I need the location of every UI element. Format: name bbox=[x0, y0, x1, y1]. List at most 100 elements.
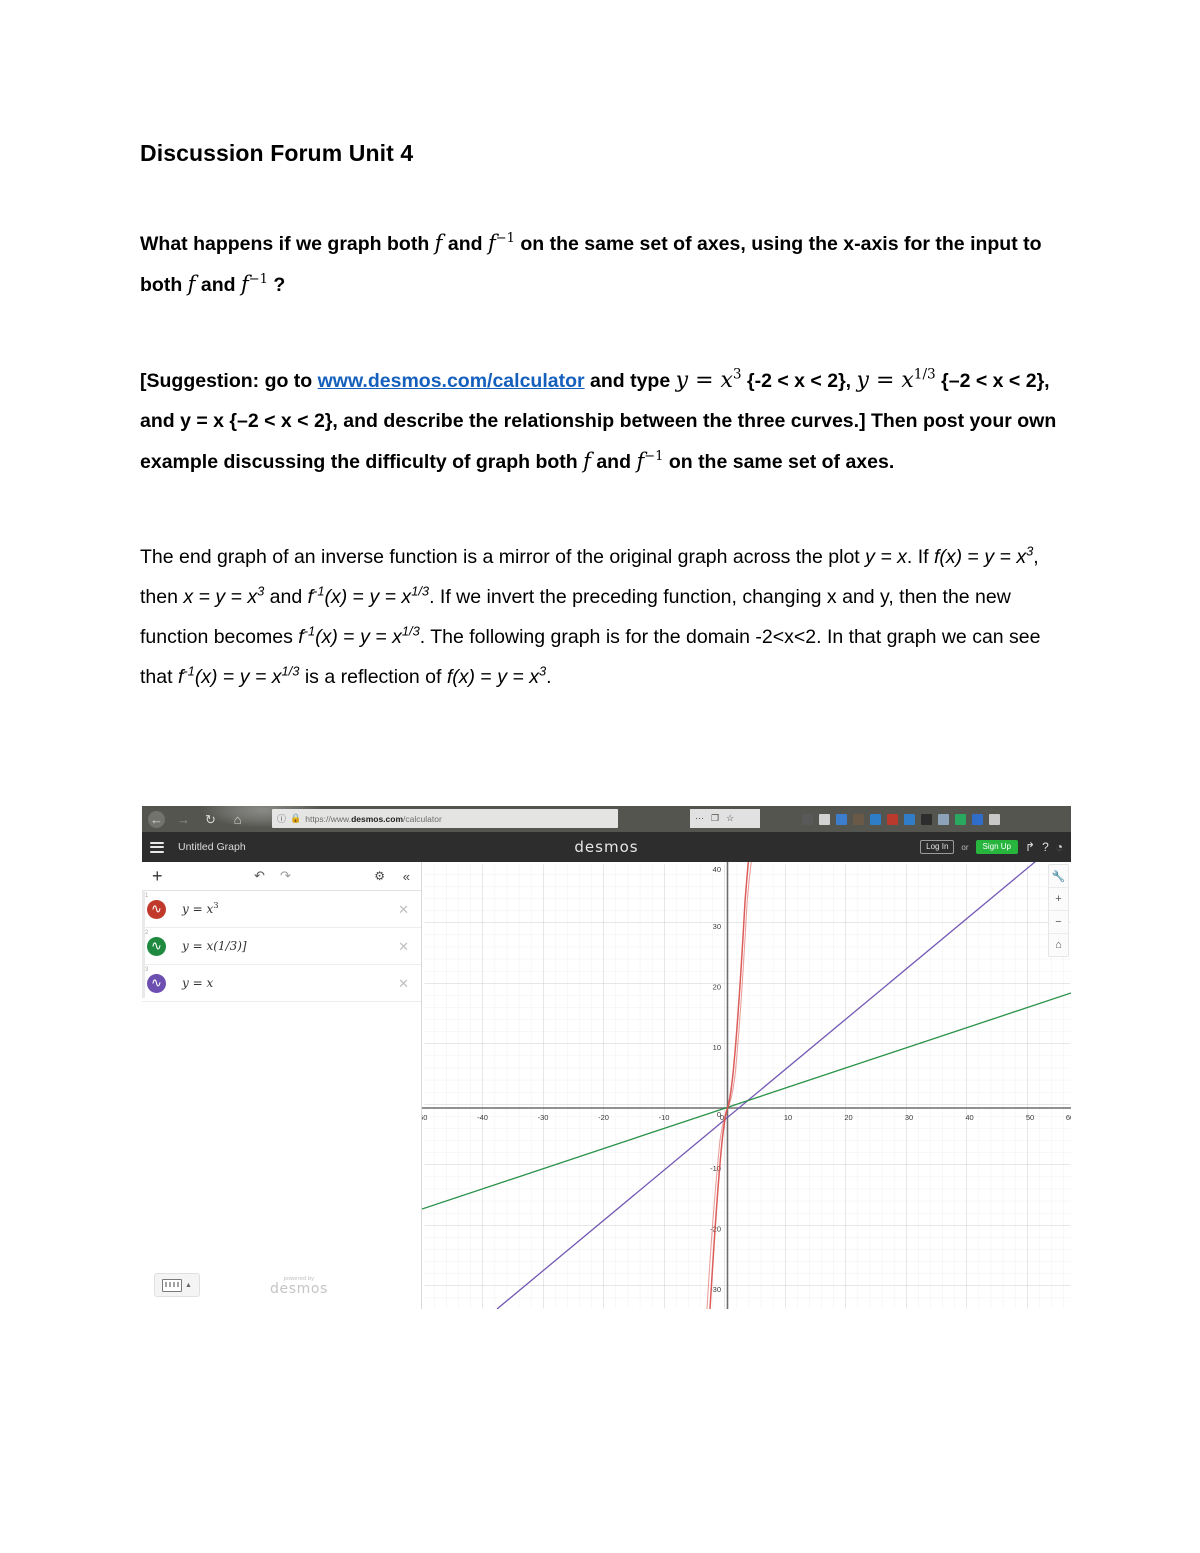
back-icon[interactable]: ← bbox=[148, 810, 165, 828]
add-expression-button[interactable]: + bbox=[152, 867, 163, 885]
graph-home-button[interactable]: ⌂ bbox=[1049, 934, 1068, 956]
suggestion-paragraph: [Suggestion: go to www.desmos.com/calcul… bbox=[140, 361, 1075, 482]
svg-text:20: 20 bbox=[844, 1113, 852, 1122]
reader-view-icon[interactable]: ❐ bbox=[711, 813, 719, 824]
svg-text:50: 50 bbox=[1026, 1113, 1034, 1122]
expression-color-icon[interactable]: ∿ bbox=[147, 973, 166, 993]
suggestion-prefix: [Suggestion: go to bbox=[140, 370, 318, 392]
graph-controls: 🔧 + − ⌂ bbox=[1048, 864, 1069, 957]
document-body: Discussion Forum Unit 4 What happens if … bbox=[140, 140, 1075, 697]
url-bar-actions: ⋯ ❐ ☆ bbox=[690, 809, 760, 828]
question-paragraph: What happens if we graph both f and f−1 … bbox=[140, 223, 1075, 305]
desmos-screenshot: ← → ↻ ⌂ ⓘ 🔒 https://www.desmos.com/calcu… bbox=[142, 806, 1071, 1309]
expression-math: y = x(1/3)] bbox=[182, 939, 247, 953]
extension-icon[interactable] bbox=[989, 813, 1000, 825]
delete-expression-icon[interactable]: ✕ bbox=[398, 977, 409, 990]
desmos-calculator-link[interactable]: www.desmos.com/calculator bbox=[318, 370, 585, 392]
expression-math: y = x bbox=[182, 976, 214, 990]
undo-icon[interactable]: ↶ bbox=[254, 868, 265, 884]
question-text-a: What happens if we graph both bbox=[140, 233, 435, 255]
bookmark-star-icon[interactable]: ☆ bbox=[726, 813, 734, 824]
extension-icon[interactable] bbox=[819, 813, 830, 825]
expression-row[interactable]: 1 ∿ y = x3 ✕ bbox=[142, 891, 421, 928]
redo-icon[interactable]: ↷ bbox=[280, 868, 291, 884]
expression-row[interactable]: 2 ∿ y = x(1/3)] ✕ bbox=[142, 928, 421, 965]
answer-s5: and bbox=[264, 586, 308, 608]
question-text-d: and bbox=[195, 274, 241, 296]
extension-icon[interactable] bbox=[938, 813, 949, 825]
svg-text:-20: -20 bbox=[598, 1113, 609, 1122]
sign-up-button[interactable]: Sign Up bbox=[975, 840, 1018, 854]
extension-icon[interactable] bbox=[870, 813, 881, 825]
or-label: or bbox=[961, 842, 969, 852]
answer-y-x-third-1: y = x1/3 bbox=[369, 583, 430, 608]
answer-s2: . If bbox=[906, 546, 934, 568]
graph-svg: -50 -40 -30 -20 -10 0 10 20 30 40 50 60 … bbox=[422, 862, 1071, 1309]
svg-text:60: 60 bbox=[1066, 1113, 1071, 1122]
answer-f-inverse-2: f-1(x) bbox=[298, 623, 338, 648]
extension-icon[interactable] bbox=[836, 813, 847, 825]
question-text-b: and bbox=[442, 233, 488, 255]
svg-text:10: 10 bbox=[713, 1043, 721, 1052]
answer-fx-2: f(x) bbox=[446, 666, 475, 688]
answer-y-x-third-3: y = x1/3 bbox=[239, 663, 300, 688]
answer-y-x-third-2: y = x1/3 bbox=[360, 623, 420, 648]
answer-s11: is a reflection of bbox=[299, 666, 447, 688]
home-icon[interactable]: ⌂ bbox=[229, 811, 246, 828]
answer-x-y-cubed: x = y = x3 bbox=[183, 583, 265, 608]
expression-math: y = x3 bbox=[182, 900, 219, 916]
svg-text:30: 30 bbox=[713, 922, 721, 931]
url-bar[interactable]: ⓘ 🔒 https://www.desmos.com/calculator bbox=[272, 809, 618, 828]
answer-s6: = bbox=[347, 586, 370, 608]
svg-text:-10: -10 bbox=[659, 1113, 670, 1122]
extension-icon[interactable] bbox=[921, 813, 932, 825]
math-f-3: f bbox=[583, 449, 591, 473]
expression-color-icon[interactable]: ∿ bbox=[147, 899, 166, 919]
expression-color-icon[interactable]: ∿ bbox=[147, 936, 166, 956]
svg-text:10: 10 bbox=[784, 1113, 792, 1122]
delete-expression-icon[interactable]: ✕ bbox=[398, 903, 409, 916]
extension-icon[interactable] bbox=[972, 813, 983, 825]
page-info-icon[interactable]: ⓘ bbox=[277, 812, 286, 825]
math-equation-cubic: y = x3 bbox=[675, 366, 742, 393]
question-text-e: ? bbox=[267, 274, 286, 296]
document-page: Discussion Forum Unit 4 What happens if … bbox=[0, 0, 1200, 1553]
lock-icon: 🔒 bbox=[290, 813, 302, 823]
extension-icon[interactable] bbox=[853, 813, 864, 825]
extension-icon[interactable] bbox=[904, 813, 915, 825]
account-icon[interactable]: ◔ bbox=[1056, 841, 1063, 853]
keyboard-icon bbox=[162, 1278, 183, 1292]
reload-icon[interactable]: ↻ bbox=[202, 811, 219, 828]
share-icon[interactable]: ↱ bbox=[1025, 841, 1035, 853]
zoom-out-button[interactable]: − bbox=[1049, 911, 1068, 934]
answer-fx-1: f(x) bbox=[933, 546, 963, 568]
graph-settings-wrench-icon[interactable]: 🔧 bbox=[1049, 865, 1068, 888]
svg-text:30: 30 bbox=[905, 1113, 913, 1122]
extension-icon[interactable] bbox=[802, 813, 813, 825]
page-actions-icon[interactable]: ⋯ bbox=[695, 813, 704, 824]
extension-icon[interactable] bbox=[955, 813, 966, 825]
zoom-in-button[interactable]: + bbox=[1049, 888, 1068, 911]
math-f-inverse-1: f−1 bbox=[487, 231, 515, 255]
answer-s1: The end graph of an inverse function is … bbox=[140, 546, 866, 568]
collapse-chevron-icon[interactable]: « bbox=[403, 869, 410, 884]
log-in-button[interactable]: Log In bbox=[920, 840, 955, 854]
graph-canvas[interactable]: -50 -40 -30 -20 -10 0 10 20 30 40 50 60 … bbox=[422, 862, 1071, 1309]
delete-expression-icon[interactable]: ✕ bbox=[398, 940, 409, 953]
gear-icon[interactable]: ⚙ bbox=[374, 869, 385, 883]
expression-index: 2 bbox=[145, 930, 149, 936]
svg-text:40: 40 bbox=[713, 865, 721, 874]
extension-icon[interactable] bbox=[887, 813, 898, 825]
desmos-app-header: Untitled Graph desmos Log In or Sign Up … bbox=[142, 832, 1071, 862]
answer-y-x-cubed-2: y = x3 bbox=[497, 663, 547, 688]
page-title: Discussion Forum Unit 4 bbox=[140, 140, 414, 166]
svg-text:-30: -30 bbox=[538, 1113, 549, 1122]
desmos-wordmark: desmos bbox=[270, 1281, 328, 1298]
forward-icon[interactable]: → bbox=[175, 811, 192, 828]
keyboard-toggle-button[interactable]: ▲ bbox=[154, 1273, 200, 1297]
answer-s12: = bbox=[474, 666, 498, 688]
url-text: https://www.desmos.com/calculator bbox=[305, 813, 442, 824]
expression-toolbar: + ↶ ↷ ⚙ « bbox=[142, 862, 421, 891]
help-icon[interactable]: ? bbox=[1042, 841, 1049, 853]
expression-row[interactable]: 3 ∿ y = x ✕ bbox=[142, 965, 421, 1002]
